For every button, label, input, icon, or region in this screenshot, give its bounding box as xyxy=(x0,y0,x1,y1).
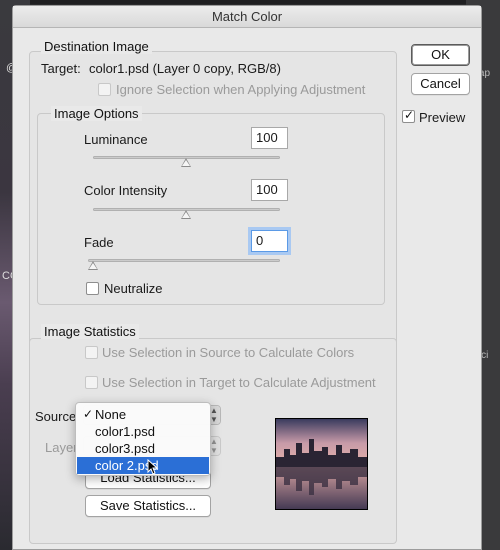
destination-legend: Destination Image xyxy=(41,39,152,54)
layer-label: Layer xyxy=(45,440,78,455)
menu-item-label: color1.psd xyxy=(95,424,155,439)
color-intensity-label: Color Intensity xyxy=(84,183,168,198)
menu-item-label: color3.psd xyxy=(95,441,155,456)
fade-label: Fade xyxy=(84,235,114,250)
neutralize-checkbox[interactable] xyxy=(86,282,99,295)
dialog-title: Match Color xyxy=(13,6,481,28)
menu-item-color2[interactable]: color 2.psd xyxy=(77,457,209,474)
image-options-legend: Image Options xyxy=(51,106,142,121)
preview-checkbox[interactable] xyxy=(402,108,415,123)
use-target-selection-checkbox[interactable] xyxy=(85,376,98,389)
cancel-button[interactable]: Cancel xyxy=(411,73,470,95)
mouse-pointer-icon xyxy=(147,458,159,478)
save-statistics-button[interactable]: Save Statistics... xyxy=(85,495,211,517)
app-top-strip xyxy=(0,0,500,4)
menu-item-label: None xyxy=(95,407,127,422)
checkmark-icon: ✓ xyxy=(83,407,94,421)
source-dropdown-menu: ✓ None color1.psd color3.psd color 2.psd xyxy=(75,402,211,476)
use-target-selection-label: Use Selection in Target to Calculate Adj… xyxy=(102,375,376,390)
use-source-selection-label: Use Selection in Source to Calculate Col… xyxy=(102,345,355,360)
use-source-selection-checkbox[interactable] xyxy=(85,346,98,359)
menu-item-color1[interactable]: color1.psd xyxy=(77,423,209,440)
fade-slider[interactable] xyxy=(88,259,280,262)
neutralize-label: Neutralize xyxy=(104,281,163,296)
fade-slider-thumb[interactable] xyxy=(88,261,98,270)
luminance-label: Luminance xyxy=(84,132,148,147)
ignore-selection-label: Ignore Selection when Applying Adjustmen… xyxy=(116,82,366,97)
image-statistics-legend: Image Statistics xyxy=(41,324,139,339)
preview-label: Preview xyxy=(419,110,466,125)
fade-input[interactable]: 0 xyxy=(251,230,288,252)
color-intensity-input[interactable]: 100 xyxy=(251,179,288,201)
target-label: Target: xyxy=(41,61,81,76)
color-intensity-slider-thumb[interactable] xyxy=(181,210,191,219)
menu-item-color3[interactable]: color3.psd xyxy=(77,440,209,457)
luminance-slider-thumb[interactable] xyxy=(181,158,191,167)
source-label: Source xyxy=(35,409,77,424)
source-image-thumbnail xyxy=(275,418,368,510)
luminance-input[interactable]: 100 xyxy=(251,127,288,149)
target-value: color1.psd (Layer 0 copy, RGB/8) xyxy=(89,61,281,76)
ignore-selection-checkbox[interactable] xyxy=(98,83,111,96)
ok-button[interactable]: OK xyxy=(411,44,470,66)
menu-item-none[interactable]: ✓ None xyxy=(77,406,209,423)
